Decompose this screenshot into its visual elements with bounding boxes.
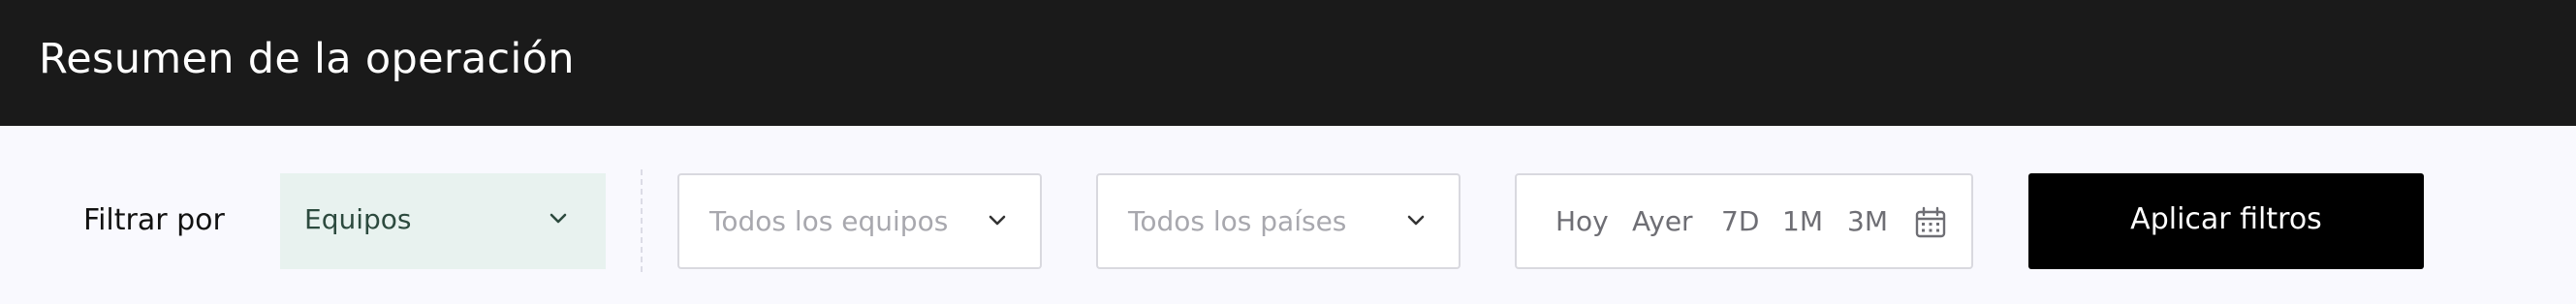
date-option-1m[interactable]: 1M	[1782, 202, 1823, 241]
filter-mode-select[interactable]: Equipos	[280, 173, 606, 269]
date-option-7d[interactable]: 7D	[1721, 202, 1759, 241]
filter-divider	[641, 169, 643, 272]
date-option-3m[interactable]: 3M	[1847, 202, 1888, 241]
chevron-down-icon	[1407, 215, 1425, 226]
page-header: Resumen de la operación	[0, 0, 2576, 126]
chevron-down-icon	[989, 215, 1006, 226]
teams-select-placeholder: Todos los equipos	[709, 205, 949, 237]
countries-select[interactable]: Todos los países	[1096, 173, 1461, 269]
date-option-yesterday[interactable]: Ayer	[1632, 202, 1693, 241]
filter-label: Filtrar por	[83, 203, 225, 237]
teams-select[interactable]: Todos los equipos	[677, 173, 1042, 269]
apply-filters-label: Aplicar filtros	[2130, 202, 2322, 236]
chevron-down-icon	[550, 213, 567, 224]
countries-select-placeholder: Todos los países	[1128, 205, 1347, 237]
calendar-icon[interactable]	[1914, 206, 1947, 239]
apply-filters-button[interactable]: Aplicar filtros	[2028, 173, 2424, 269]
date-range-selector: Hoy Ayer 7D 1M 3M	[1515, 173, 1973, 269]
filter-bar: Filtrar por Equipos Todos los equipos To…	[0, 126, 2576, 304]
filter-mode-value: Equipos	[304, 203, 412, 235]
date-option-today[interactable]: Hoy	[1555, 202, 1609, 241]
page-title: Resumen de la operación	[39, 35, 575, 83]
